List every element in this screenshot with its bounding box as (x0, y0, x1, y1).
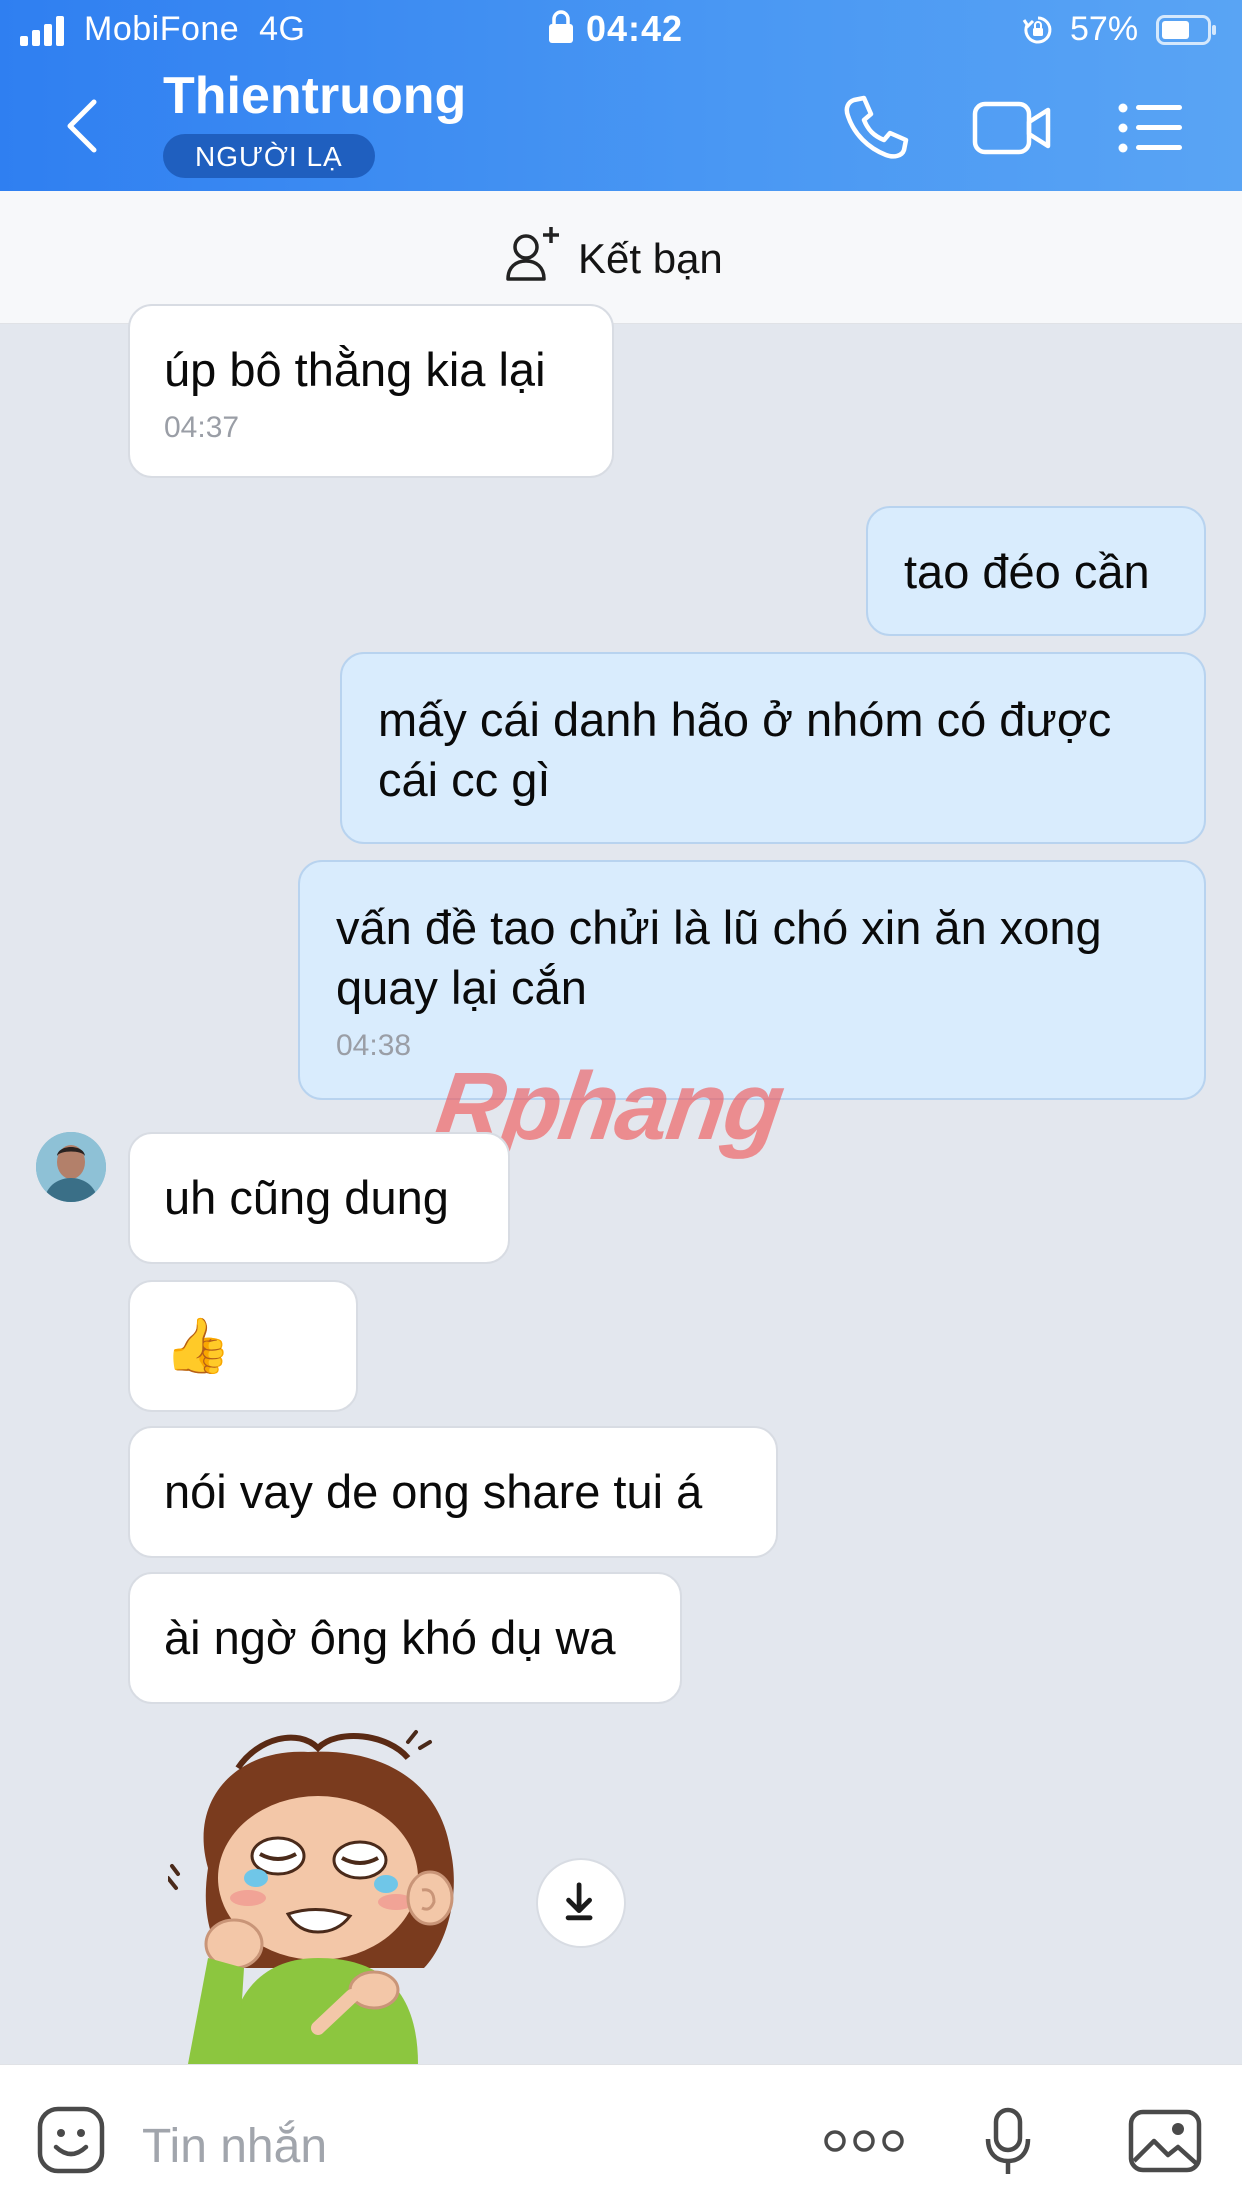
message-bubble-received[interactable]: uh cũng dung (128, 1132, 510, 1264)
message-text: ài ngờ ông khó dụ wa (164, 1611, 616, 1664)
message-input[interactable]: Tin nhắn (142, 2119, 327, 2174)
message-input-bar: Tin nhắn (0, 2064, 1242, 2209)
message-text: tao đéo cần (904, 545, 1150, 598)
gallery-icon[interactable] (1128, 2109, 1202, 2173)
download-icon (565, 1882, 593, 1921)
stranger-badge: NGƯỜI LẠ (163, 134, 375, 178)
add-friend-icon (506, 227, 559, 281)
message-text: uh cũng dung (164, 1171, 449, 1224)
network-type: 4G (259, 10, 306, 48)
avatar[interactable] (36, 1132, 106, 1202)
chat-header: MobiFone 4G 04:42 57% Thientruong NGƯỜI … (0, 0, 1242, 191)
microphone-icon[interactable] (984, 2107, 1032, 2177)
more-dots-icon[interactable] (824, 2129, 904, 2153)
message-text: nói vay de ong share tui á (164, 1465, 703, 1518)
message-bubble-received[interactable]: nói vay de ong share tui á (128, 1426, 778, 1558)
menu-icon[interactable] (1118, 100, 1184, 156)
carrier-name: MobiFone (84, 10, 240, 48)
message-text: úp bô thằng kia lại (164, 343, 546, 396)
status-bar: MobiFone 4G 04:42 57% (0, 0, 1242, 62)
message-bubble-sent[interactable]: tao đéo cần (866, 506, 1206, 636)
contact-name[interactable]: Thientruong (163, 66, 466, 126)
status-time: 04:42 (586, 8, 684, 49)
avatar-image (36, 1132, 106, 1202)
message-bubble-received[interactable]: 👍 (128, 1280, 358, 1412)
signal-icon (20, 16, 64, 46)
rotation-lock-icon (1022, 16, 1052, 44)
message-text: vấn đề tao chửi là lũ chó xin ăn xong qu… (336, 901, 1102, 1014)
thumbs-up-emoji: 👍 (164, 1316, 232, 1376)
add-friend-label: Kết bạn (578, 235, 723, 282)
lock-icon (549, 10, 573, 43)
message-time: 04:37 (164, 411, 240, 444)
message-bubble-sent[interactable]: mấy cái danh hão ở nhóm có được cái cc g… (340, 652, 1206, 844)
message-bubble-received[interactable]: úp bô thằng kia lại 04:37 (128, 304, 614, 478)
battery-percent: 57% (1070, 10, 1139, 48)
message-text: mấy cái danh hão ở nhóm có được cái cc g… (378, 693, 1112, 806)
message-bubble-received[interactable]: ài ngờ ông khó dụ wa (128, 1572, 682, 1704)
emoji-icon[interactable] (36, 2105, 106, 2175)
video-call-icon[interactable] (972, 98, 1052, 158)
phone-icon[interactable] (840, 94, 910, 160)
download-button[interactable] (536, 1858, 626, 1948)
sticker-crying-boy[interactable] (168, 1728, 480, 2064)
battery-icon (1156, 15, 1216, 45)
back-chevron-icon[interactable] (60, 96, 106, 156)
